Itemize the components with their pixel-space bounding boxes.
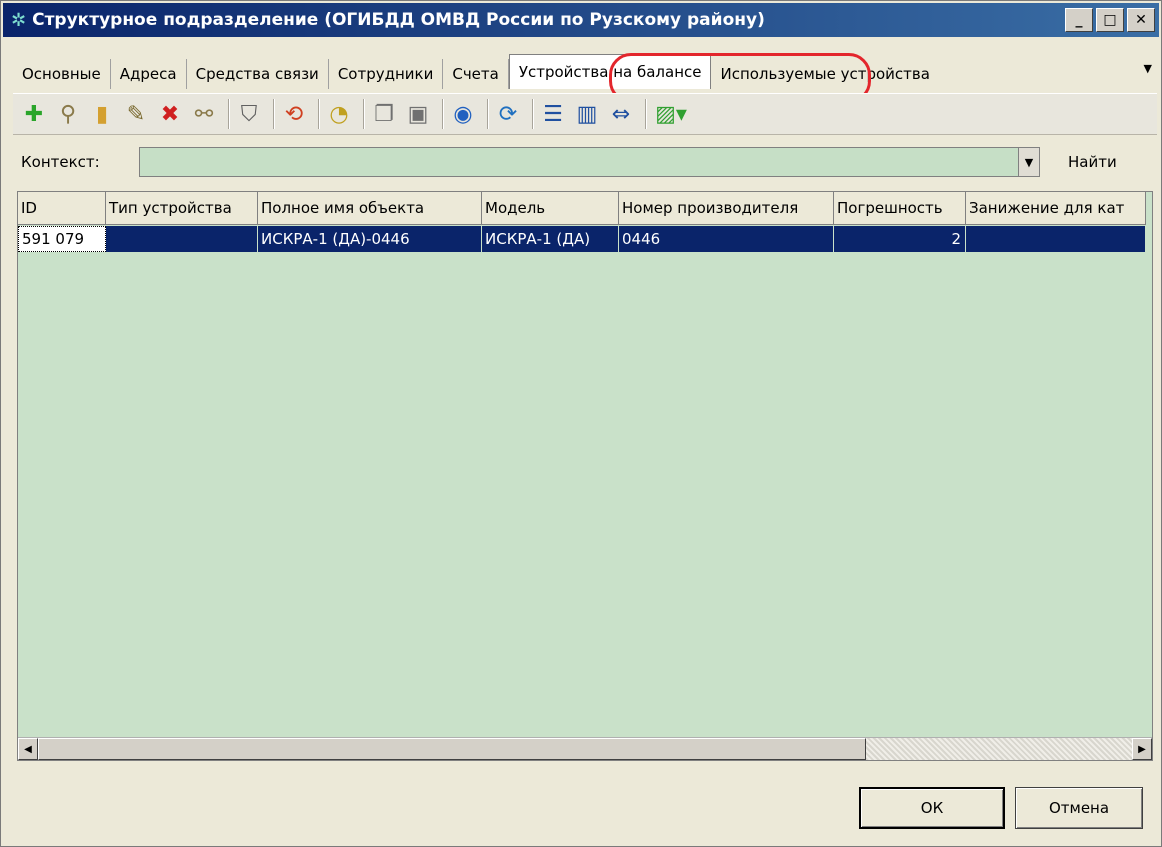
- horizontal-scrollbar[interactable]: ◀ ▶: [18, 737, 1152, 760]
- chart-dropdown-icon[interactable]: ▨▾: [651, 98, 691, 130]
- tab-communications[interactable]: Средства связи: [187, 59, 329, 89]
- toolbar: ✚ ⚲ ▮ ✎ ✖ ⚯ ⛉ ⟲ ◔ ❐ ▣ ◉ ⟳ ☰ ▥ ⇔ ▨▾: [13, 93, 1157, 135]
- fit-icon[interactable]: ⇔: [606, 98, 636, 130]
- column-header-error[interactable]: Погрешность: [834, 192, 966, 224]
- columns-icon[interactable]: ▥: [572, 98, 602, 130]
- cell-error[interactable]: 2: [834, 226, 966, 252]
- add-icon[interactable]: ✚: [19, 98, 49, 130]
- copy-icon[interactable]: ❐: [369, 98, 399, 130]
- title-bar[interactable]: ✲ Структурное подразделение (ОГИБДД ОМВД…: [3, 3, 1159, 37]
- delete-icon[interactable]: ✖: [155, 98, 185, 130]
- cell-device-type[interactable]: [106, 226, 258, 252]
- column-header-full-name[interactable]: Полное имя объекта: [258, 192, 482, 224]
- column-header-manufacturer-number[interactable]: Номер производителя: [619, 192, 834, 224]
- toolbar-separator: [487, 99, 488, 129]
- toolbar-separator: [318, 99, 319, 129]
- dialog-window: ✲ Структурное подразделение (ОГИБДД ОМВД…: [0, 0, 1162, 847]
- minimize-button[interactable]: _: [1065, 8, 1093, 32]
- toolbar-separator: [532, 99, 533, 129]
- devices-grid[interactable]: ID Тип устройства Полное имя объекта Мод…: [17, 191, 1153, 761]
- cancel-button[interactable]: Отмена: [1015, 787, 1143, 829]
- column-header-device-type[interactable]: Тип устройства: [106, 192, 258, 224]
- table-row[interactable]: 591 079 ИСКРА-1 (ДА)-0446 ИСКРА-1 (ДА) 0…: [18, 226, 1146, 252]
- link-icon[interactable]: ⚲: [53, 98, 83, 130]
- toolbar-separator: [442, 99, 443, 129]
- maximize-button[interactable]: □: [1096, 8, 1124, 32]
- scroll-right-icon[interactable]: ▶: [1132, 738, 1152, 760]
- toolbar-separator: [645, 99, 646, 129]
- column-header-model[interactable]: Модель: [482, 192, 619, 224]
- cell-understatement[interactable]: [966, 226, 1146, 252]
- ok-button[interactable]: ОК: [859, 787, 1005, 829]
- scroll-track[interactable]: [866, 738, 1132, 760]
- column-header-id[interactable]: ID: [18, 192, 106, 224]
- edit-icon[interactable]: ✎: [121, 98, 151, 130]
- tab-addresses[interactable]: Адреса: [111, 59, 187, 89]
- scroll-left-icon[interactable]: ◀: [18, 738, 38, 760]
- column-header-understatement[interactable]: Занижение для кат: [966, 192, 1146, 224]
- filter-icon[interactable]: ⛉: [234, 98, 264, 130]
- window-controls: _ □ ✕: [1065, 8, 1155, 32]
- refresh-icon[interactable]: ⟳: [493, 98, 523, 130]
- toolbar-separator: [273, 99, 274, 129]
- tab-accounts[interactable]: Счета: [443, 59, 509, 89]
- context-dropdown-arrow-icon[interactable]: ▼: [1018, 147, 1040, 177]
- tab-used-devices[interactable]: Используемые устройства: [711, 59, 938, 89]
- paste-icon[interactable]: ▮: [87, 98, 117, 130]
- history-icon[interactable]: ◔: [324, 98, 354, 130]
- tab-devices-on-balance[interactable]: Устройства на балансе: [508, 54, 712, 89]
- globe-icon[interactable]: ◉: [448, 98, 478, 130]
- context-row: Контекст: ▼ Найти: [13, 145, 1157, 179]
- close-button[interactable]: ✕: [1127, 8, 1155, 32]
- unlink-icon[interactable]: ⚯: [189, 98, 219, 130]
- window-title: Структурное подразделение (ОГИБДД ОМВД Р…: [32, 10, 765, 30]
- tab-main[interactable]: Основные: [13, 59, 111, 89]
- scroll-thumb[interactable]: [38, 738, 866, 760]
- toolbar-separator: [228, 99, 229, 129]
- refresh-red-icon[interactable]: ⟲: [279, 98, 309, 130]
- find-button[interactable]: Найти: [1068, 153, 1117, 171]
- list-icon[interactable]: ☰: [538, 98, 568, 130]
- cell-full-name[interactable]: ИСКРА-1 (ДА)-0446: [258, 226, 482, 252]
- tab-overflow-arrow-icon[interactable]: ▼: [1144, 62, 1158, 89]
- tab-employees[interactable]: Сотрудники: [329, 59, 444, 89]
- app-icon: ✲: [11, 9, 27, 31]
- new-window-icon[interactable]: ▣: [403, 98, 433, 130]
- cell-manufacturer-number[interactable]: 0446: [619, 226, 834, 252]
- grid-header: ID Тип устройства Полное имя объекта Мод…: [18, 192, 1146, 225]
- context-input[interactable]: [139, 147, 1019, 177]
- cell-model[interactable]: ИСКРА-1 (ДА): [482, 226, 619, 252]
- toolbar-separator: [363, 99, 364, 129]
- tab-strip: Основные Адреса Средства связи Сотрудник…: [13, 53, 1158, 89]
- context-label: Контекст:: [21, 153, 100, 171]
- cell-id[interactable]: 591 079: [18, 226, 106, 252]
